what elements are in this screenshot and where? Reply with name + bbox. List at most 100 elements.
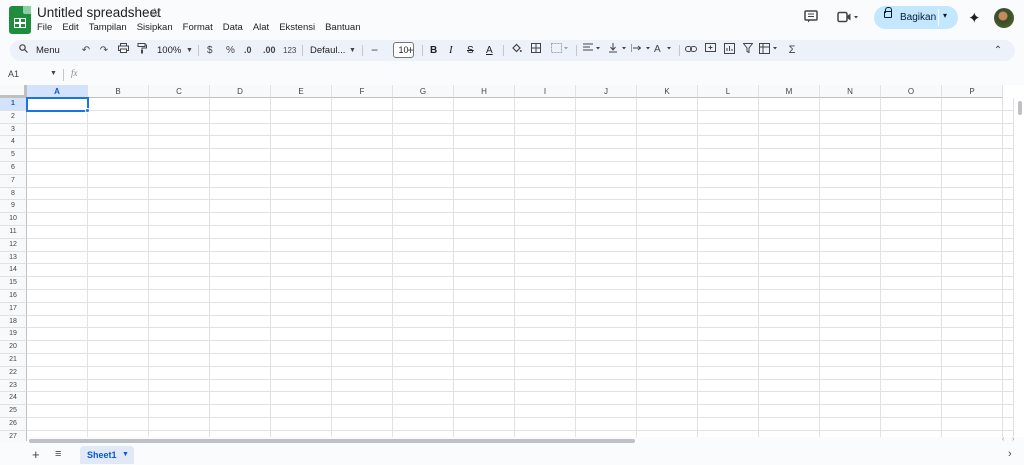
column-header[interactable]: H [454, 85, 515, 98]
menu-view[interactable]: Tampilan [89, 22, 127, 33]
row-header[interactable]: 7 [0, 174, 27, 188]
horizontal-scrollbar[interactable]: ‹ › [27, 436, 1024, 445]
scroll-left-icon[interactable]: ‹ [1002, 436, 1004, 443]
paint-format-icon[interactable] [136, 43, 148, 59]
all-sheets-icon[interactable]: ≡ [55, 448, 61, 460]
borders-icon[interactable] [530, 43, 542, 58]
vertical-align-icon[interactable] [608, 43, 628, 58]
column-header[interactable]: J [576, 85, 637, 98]
font-size-increase-button[interactable]: + [407, 43, 414, 58]
insert-comment-icon[interactable] [703, 43, 717, 59]
name-box[interactable]: A1 [8, 69, 19, 79]
row-header[interactable]: 8 [0, 187, 27, 201]
fill-color-icon[interactable] [510, 43, 522, 59]
row-header[interactable]: 5 [0, 149, 27, 162]
column-header[interactable]: O [881, 85, 942, 98]
menu-insert[interactable]: Sisipkan [137, 22, 173, 33]
row-header[interactable]: 26 [0, 418, 27, 431]
font-dropdown-icon[interactable]: ▼ [349, 43, 356, 58]
horizontal-align-icon[interactable] [582, 43, 602, 58]
row-header[interactable]: 19 [0, 328, 27, 342]
decrease-decimal-button[interactable]: .0 [244, 43, 252, 58]
functions-icon[interactable]: Σ [786, 43, 798, 58]
explore-icon[interactable]: › [1008, 448, 1012, 460]
percent-format-button[interactable]: % [226, 43, 235, 58]
undo-icon[interactable]: ↶ [80, 43, 92, 58]
currency-format-button[interactable]: $ [207, 43, 213, 58]
column-header[interactable]: F [332, 85, 393, 98]
insert-link-icon[interactable] [684, 43, 698, 58]
zoom-dropdown-icon[interactable]: ▼ [186, 43, 193, 58]
bold-button[interactable]: B [430, 43, 437, 58]
row-header[interactable]: 25 [0, 405, 27, 418]
print-icon[interactable] [116, 43, 130, 58]
text-wrapping-icon[interactable] [630, 43, 652, 58]
text-rotation-icon[interactable]: A [653, 43, 673, 58]
row-header[interactable]: 3 [0, 123, 27, 137]
column-header[interactable]: I [515, 85, 576, 98]
select-all-corner[interactable] [0, 85, 27, 98]
number-format-button[interactable]: 123 [283, 43, 296, 58]
strikethrough-icon[interactable]: S [467, 43, 474, 58]
row-header[interactable]: 17 [0, 302, 27, 316]
menu-format[interactable]: Format [183, 22, 213, 33]
avatar[interactable] [994, 8, 1014, 28]
column-header[interactable]: N [820, 85, 881, 98]
redo-icon[interactable]: ↷ [98, 43, 110, 58]
meet-icon[interactable] [837, 11, 859, 26]
column-header[interactable]: B [88, 85, 149, 98]
add-sheet-icon[interactable]: + [32, 447, 40, 462]
column-header[interactable]: D [210, 85, 271, 98]
scroll-right-icon[interactable]: › [1012, 436, 1014, 443]
menu-edit[interactable]: Edit [62, 22, 78, 33]
row-header[interactable]: 2 [0, 110, 27, 124]
share-button[interactable]: Bagikan ▾ [874, 6, 958, 29]
row-header[interactable]: 22 [0, 366, 27, 380]
row-header[interactable]: 23 [0, 379, 27, 393]
menu-search[interactable]: Menu [36, 43, 60, 58]
sheet-tab-dropdown-icon[interactable]: ▼ [122, 446, 129, 464]
row-header[interactable]: 4 [0, 136, 27, 150]
comments-icon[interactable] [804, 10, 818, 26]
row-header[interactable]: 27 [0, 430, 27, 441]
column-header[interactable]: K [637, 85, 698, 98]
vertical-scrollbar-thumb[interactable] [1018, 101, 1022, 115]
font-size-decrease-button[interactable]: − [371, 43, 378, 58]
spreadsheet-grid[interactable]: A B C D E F G H I J K L M N O P 1 2 3 4 5 6 7 8 9 10 11 12 13 14 15 16 1… [0, 85, 1024, 441]
menu-tools[interactable]: Alat [253, 22, 269, 33]
row-header[interactable]: 18 [0, 315, 27, 329]
column-header[interactable]: P [942, 85, 1003, 98]
column-header[interactable]: E [271, 85, 332, 98]
row-header[interactable]: 15 [0, 277, 27, 290]
gemini-icon[interactable]: ✦ [968, 9, 981, 27]
font-select[interactable]: Defaul... [310, 43, 345, 58]
row-header[interactable]: 20 [0, 341, 27, 354]
row-header[interactable]: 10 [0, 213, 27, 226]
row-header[interactable]: 9 [0, 200, 27, 214]
increase-decimal-button[interactable]: .00 [263, 43, 276, 58]
row-header[interactable]: 14 [0, 264, 27, 278]
filter-icon[interactable] [741, 43, 755, 58]
row-header[interactable]: 16 [0, 290, 27, 303]
row-header[interactable]: 12 [0, 238, 27, 252]
star-icon[interactable]: ☆ [149, 5, 161, 21]
row-header[interactable]: 21 [0, 354, 27, 367]
row-header[interactable]: 13 [0, 251, 27, 265]
sheet-tab[interactable]: Sheet1 ▼ [80, 446, 134, 464]
menu-file[interactable]: File [37, 22, 52, 33]
row-header[interactable]: 6 [0, 162, 27, 175]
menu-data[interactable]: Data [223, 22, 243, 33]
vertical-scrollbar[interactable] [1013, 98, 1024, 441]
document-title[interactable]: Untitled spreadsheet [37, 5, 161, 20]
row-header[interactable]: 1 [0, 98, 27, 111]
insert-chart-icon[interactable] [722, 43, 736, 59]
merge-cells-icon[interactable] [550, 43, 570, 58]
search-icon[interactable] [18, 43, 28, 58]
collapse-toolbar-icon[interactable]: ⌃ [992, 43, 1004, 58]
zoom-select[interactable]: 100% [157, 43, 181, 58]
selected-cell[interactable] [26, 97, 89, 112]
filter-views-icon[interactable] [758, 43, 780, 59]
menu-help[interactable]: Bantuan [325, 22, 360, 33]
horizontal-scrollbar-thumb[interactable] [29, 439, 635, 443]
italic-button[interactable]: I [449, 43, 453, 58]
